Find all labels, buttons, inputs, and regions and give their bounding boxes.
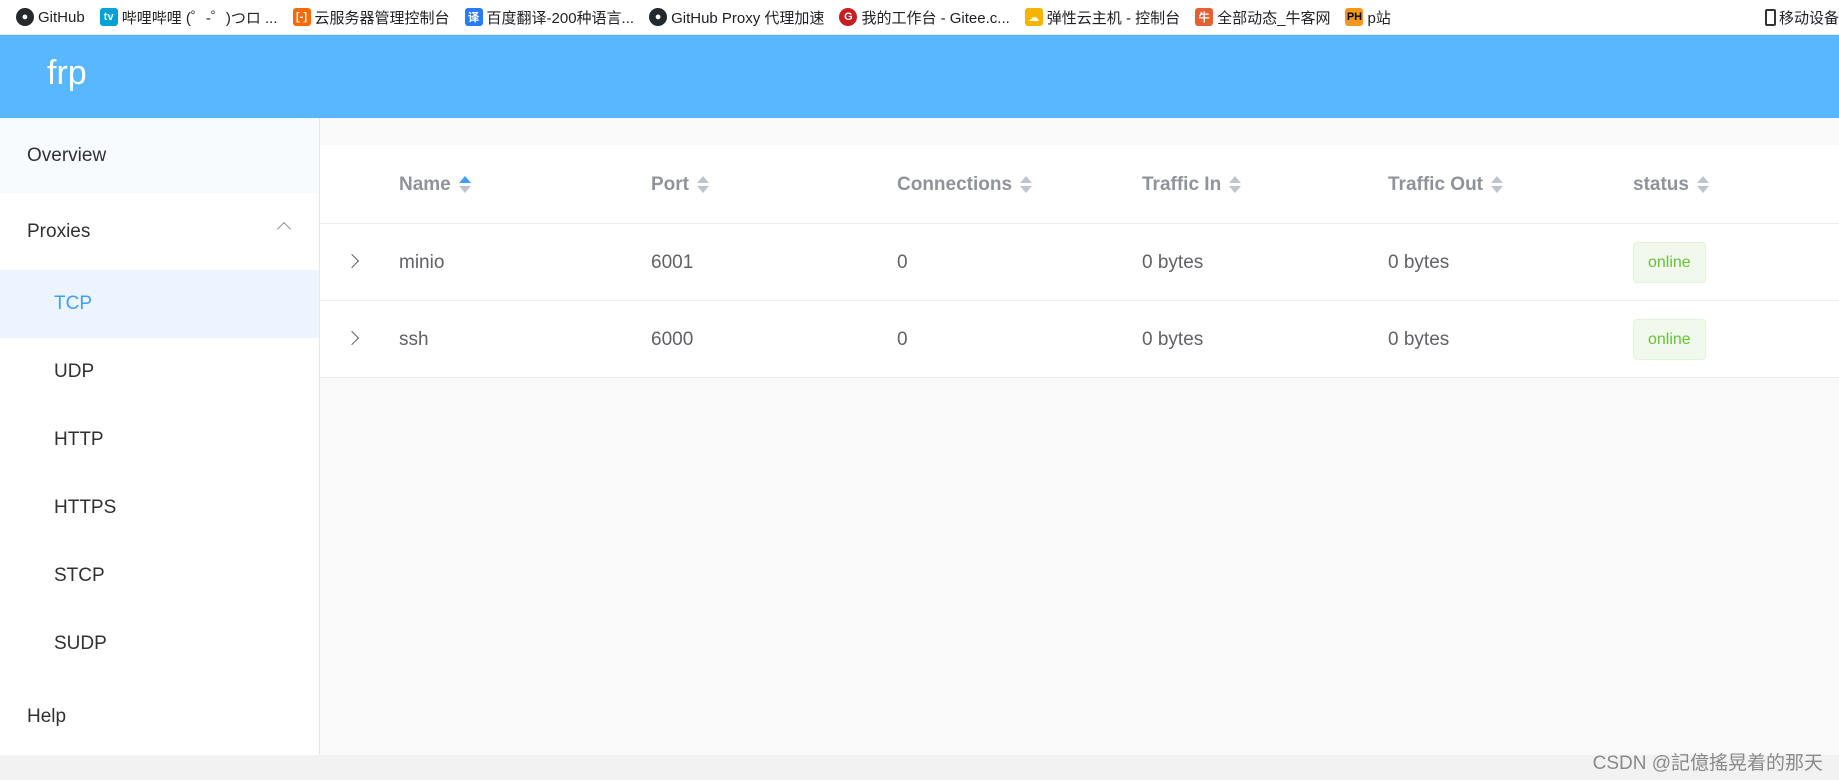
sort-icon[interactable]	[1020, 176, 1033, 193]
cell-port: 6001	[651, 251, 694, 273]
status-badge: online	[1633, 242, 1706, 283]
cell-connections: 0	[897, 328, 908, 350]
cell-traffic-in: 0 bytes	[1142, 251, 1204, 273]
sidebar-item-http[interactable]: HTTP	[0, 406, 319, 474]
sidebar-item-label: Overview	[27, 145, 107, 166]
chevron-up-icon	[276, 221, 292, 237]
bookmark-label: 云服务器管理控制台	[314, 9, 450, 27]
bookmark-github[interactable]: ● GitHub	[16, 8, 85, 26]
column-header-name[interactable]: Name	[399, 145, 471, 224]
baidu-translate-icon: 译	[464, 8, 483, 26]
proxies-table: Name Port Connections Traffic In Traffic…	[320, 145, 1839, 378]
sidebar-item-sudp[interactable]: SUDP	[0, 610, 319, 678]
cell-status: online	[1633, 224, 1706, 301]
chevron-right-icon[interactable]	[344, 330, 360, 346]
column-header-connections[interactable]: Connections	[897, 145, 1033, 224]
cell-port: 6000	[651, 328, 694, 350]
sidebar-item-label: Help	[27, 706, 67, 727]
sort-icon[interactable]	[1696, 176, 1709, 193]
column-header-port[interactable]: Port	[651, 145, 709, 224]
sidebar-item-label: SUDP	[54, 633, 107, 654]
nowcoder-icon: 牛	[1195, 8, 1214, 26]
table-row[interactable]: minio 6001 0 0 bytes 0 bytes online	[320, 224, 1839, 301]
sidebar-item-label: HTTPS	[54, 497, 117, 518]
sidebar: Overview Proxies TCP UDP HTTP HTTPS STCP…	[0, 118, 320, 755]
ph-icon: PH	[1345, 8, 1364, 26]
watermark: CSDN @記億搖晃着的那天	[1592, 753, 1823, 774]
status-badge: online	[1633, 319, 1706, 360]
cell-name: ssh	[399, 328, 429, 350]
cell-traffic-out: 0 bytes	[1388, 328, 1450, 350]
bookmark-label: 弹性云主机 - 控制台	[1046, 9, 1181, 27]
sidebar-item-overview[interactable]: Overview	[0, 118, 319, 194]
sort-icon[interactable]	[697, 176, 709, 193]
sidebar-item-tcp[interactable]: TCP	[0, 270, 319, 338]
column-header-traffic-in[interactable]: Traffic In	[1142, 145, 1242, 224]
github-icon: ●	[16, 8, 34, 26]
main-content: Name Port Connections Traffic In Traffic…	[320, 118, 1839, 755]
sidebar-item-stcp[interactable]: STCP	[0, 542, 319, 610]
bookmark-label: 我的工作台 - Gitee.c...	[861, 9, 1010, 27]
brand-logo[interactable]: frp	[47, 54, 87, 93]
footer-bar	[0, 755, 1839, 780]
gitee-icon: G	[839, 8, 858, 26]
cell-connections: 0	[897, 251, 908, 273]
cell-traffic-in: 0 bytes	[1142, 328, 1204, 350]
cell-status: online	[1633, 301, 1706, 378]
sort-icon[interactable]	[458, 176, 471, 193]
sidebar-item-label: Proxies	[27, 221, 91, 242]
aliyun-icon: [-]	[292, 8, 311, 26]
bookmark-ph[interactable]: PH p站	[1345, 7, 1391, 28]
phone-icon	[1764, 9, 1776, 26]
sort-icon[interactable]	[1491, 176, 1504, 193]
bookmark-label: 百度翻译-200种语言...	[486, 9, 635, 27]
sidebar-item-label: UDP	[54, 361, 95, 382]
bookmark-bilibili[interactable]: tv 哔哩哔哩 (゜-゜)つロ ...	[99, 7, 278, 28]
sidebar-item-https[interactable]: HTTPS	[0, 474, 319, 542]
sidebar-item-help[interactable]: Help	[0, 682, 319, 752]
chevron-right-icon[interactable]	[344, 253, 360, 269]
sidebar-item-proxies[interactable]: Proxies	[0, 194, 319, 270]
sidebar-item-label: STCP	[54, 565, 105, 586]
bookmark-gitee[interactable]: G 我的工作台 - Gitee.c...	[839, 7, 1010, 28]
cell-name: minio	[399, 251, 445, 273]
sidebar-item-label: TCP	[54, 293, 92, 314]
bookmark-github-proxy[interactable]: ● GitHub Proxy 代理加速	[649, 7, 824, 28]
table-header: Name Port Connections Traffic In Traffic…	[320, 145, 1839, 224]
bookmark-label: 全部动态_牛客网	[1217, 9, 1331, 27]
sidebar-item-udp[interactable]: UDP	[0, 338, 319, 406]
column-header-traffic-out[interactable]: Traffic Out	[1388, 145, 1504, 224]
bookmarks-bar: ● GitHub tv 哔哩哔哩 (゜-゜)つロ ... [-] 云服务器管理控…	[0, 0, 1839, 35]
column-header-status[interactable]: status	[1633, 145, 1709, 224]
bookmark-label: 哔哩哔哩 (゜-゜)つロ ...	[121, 9, 278, 27]
bookmark-label: 移动设备	[1778, 10, 1839, 27]
bookmark-label: GitHub	[38, 8, 85, 26]
sidebar-item-label: HTTP	[54, 429, 104, 450]
bookmark-baidu-translate[interactable]: 译 百度翻译-200种语言...	[464, 7, 635, 28]
bookmark-label: p站	[1367, 9, 1391, 27]
app-header: frp	[0, 35, 1839, 118]
bilibili-icon: tv	[99, 8, 118, 26]
cell-traffic-out: 0 bytes	[1388, 251, 1450, 273]
cloud-icon: ☁	[1024, 8, 1043, 26]
github-icon: ●	[649, 8, 668, 26]
bookmark-cloud[interactable]: ☁ 弹性云主机 - 控制台	[1024, 7, 1181, 28]
bookmark-label: GitHub Proxy 代理加速	[671, 9, 825, 27]
bookmark-nowcoder[interactable]: 牛 全部动态_牛客网	[1195, 7, 1330, 28]
bookmark-aliyun[interactable]: [-] 云服务器管理控制台	[292, 7, 450, 28]
bookmark-mobile-devices[interactable]: 移动设备	[1760, 0, 1839, 34]
table-row[interactable]: ssh 6000 0 0 bytes 0 bytes online	[320, 301, 1839, 378]
sort-icon[interactable]	[1229, 176, 1242, 193]
